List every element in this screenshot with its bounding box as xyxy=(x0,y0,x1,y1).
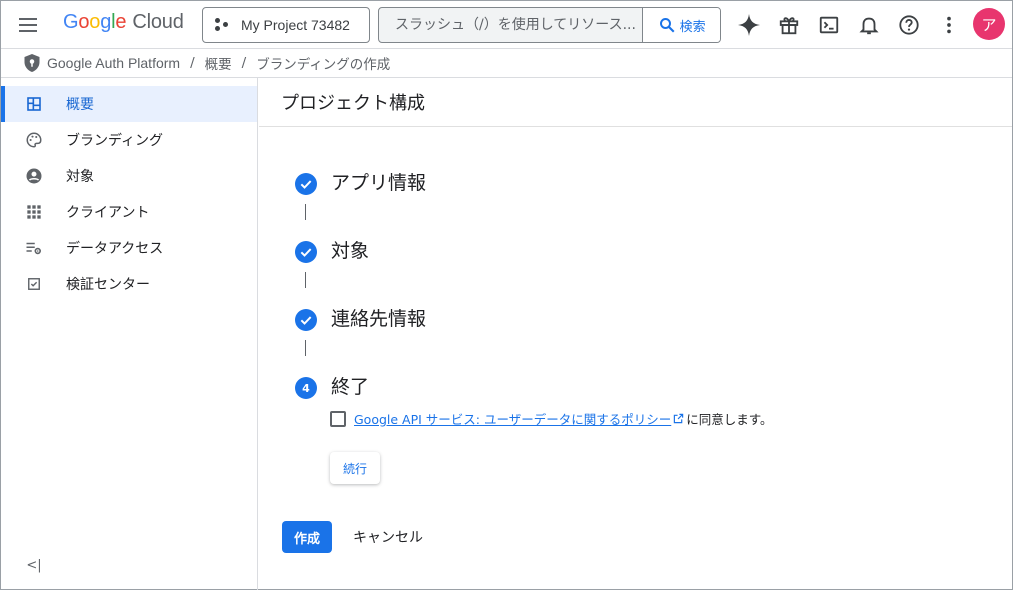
sidebar-item-label: 検証センター xyxy=(66,277,150,293)
breadcrumb-overview[interactable]: 概要 xyxy=(205,53,232,73)
project-dots-icon xyxy=(215,17,231,33)
policy-agreement: Google API サービス: ユーザーデータに関するポリシー に同意します。 xyxy=(330,409,773,428)
dashboard-icon xyxy=(25,95,43,113)
open-in-new-icon xyxy=(674,413,684,424)
breadcrumb-auth-platform[interactable]: Google Auth Platform xyxy=(47,55,180,71)
sidebar-item-verification-center[interactable]: 検証センター xyxy=(1,266,257,302)
sidebar-item-label: 対象 xyxy=(66,169,94,185)
main-content: プロジェクト構成 アプリ情報 対象 連絡先情報 4 終了 Google API … xyxy=(259,78,1012,590)
create-button[interactable]: 作成 xyxy=(282,521,332,553)
top-bar: GoogleCloud My Project 73482 検索 ア xyxy=(1,1,1012,49)
search-bar: 検索 xyxy=(378,7,721,43)
project-picker-button[interactable]: My Project 73482 xyxy=(202,7,370,43)
sidebar-item-label: データアクセス xyxy=(66,241,164,257)
cancel-button[interactable]: キャンセル xyxy=(348,521,428,553)
step-title: 連絡先情報 xyxy=(331,308,427,330)
policy-agree-suffix: に同意します。 xyxy=(686,412,773,427)
sidebar-item-branding[interactable]: ブランディング xyxy=(1,122,257,158)
breadcrumb: Google Auth Platform / 概要 / ブランディングの作成 xyxy=(1,49,1012,78)
breadcrumb-separator: / xyxy=(190,55,195,71)
sidebar-item-clients[interactable]: クライアント xyxy=(1,194,257,230)
checkbox-icon xyxy=(25,275,43,293)
step-title: 終了 xyxy=(331,376,370,398)
step-title: 対象 xyxy=(331,240,370,262)
gemini-sparkle-icon[interactable] xyxy=(733,9,765,41)
step-number: 4 xyxy=(295,377,317,399)
breadcrumb-current: ブランディングの作成 xyxy=(256,57,391,73)
search-button[interactable]: 検索 xyxy=(642,8,720,42)
user-data-policy-link[interactable]: Google API サービス: ユーザーデータに関するポリシー xyxy=(354,409,671,428)
collapse-sidebar-button[interactable]: <| xyxy=(23,554,45,576)
breadcrumb-separator: / xyxy=(241,55,247,71)
data-settings-icon xyxy=(25,239,43,257)
sidebar-item-label: クライアント xyxy=(66,205,150,221)
step-check-icon xyxy=(295,173,317,195)
sidebar-item-audience[interactable]: 対象 xyxy=(1,158,257,194)
person-circle-icon xyxy=(25,167,43,185)
sidebar: 概要 ブランディング 対象 クライアント データアクセス 検証センター <| xyxy=(1,78,258,590)
notifications-bell-icon[interactable] xyxy=(853,9,885,41)
step-connector xyxy=(305,340,306,356)
cloud-shell-terminal-icon[interactable] xyxy=(813,9,845,41)
auth-shield-icon xyxy=(24,54,40,72)
google-cloud-logo[interactable]: Google Cloud xyxy=(63,11,184,34)
search-button-label: 検索 xyxy=(679,19,706,35)
search-input[interactable] xyxy=(379,8,643,42)
continue-button[interactable]: 続行 xyxy=(330,452,380,484)
gift-icon[interactable] xyxy=(773,9,805,41)
step-title: アプリ情報 xyxy=(331,172,427,194)
sidebar-item-overview[interactable]: 概要 xyxy=(1,86,257,122)
grid-apps-icon xyxy=(25,203,43,221)
step-check-icon xyxy=(295,309,317,331)
step-check-icon xyxy=(295,241,317,263)
main-menu-icon[interactable] xyxy=(15,13,43,37)
project-name: My Project 73482 xyxy=(241,17,350,33)
step-connector xyxy=(305,272,306,288)
sidebar-item-data-access[interactable]: データアクセス xyxy=(1,230,257,266)
account-avatar[interactable]: ア xyxy=(973,8,1005,40)
palette-icon xyxy=(25,131,43,149)
policy-agree-checkbox[interactable] xyxy=(330,410,346,427)
search-icon xyxy=(659,18,675,33)
sidebar-item-label: 概要 xyxy=(66,97,94,113)
sidebar-item-label: ブランディング xyxy=(66,133,164,149)
help-icon[interactable] xyxy=(893,9,925,41)
more-vert-icon[interactable] xyxy=(933,9,965,41)
step-connector xyxy=(305,204,306,220)
page-title: プロジェクト構成 xyxy=(259,78,1012,127)
